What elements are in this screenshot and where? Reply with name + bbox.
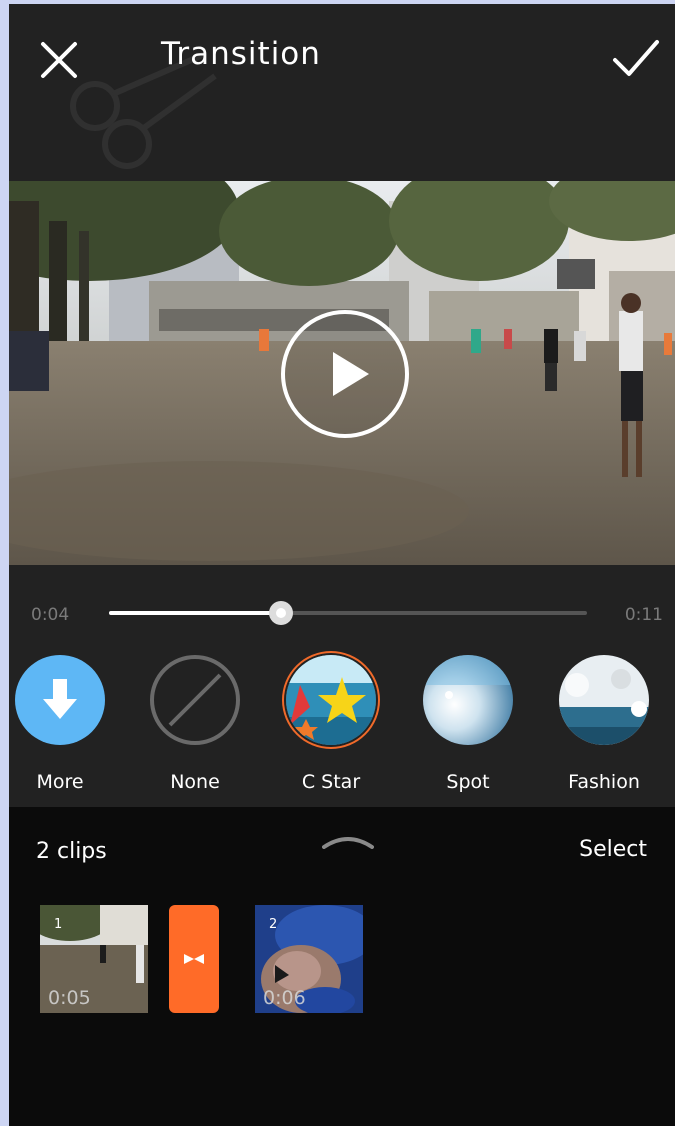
clip-thumbnail-2[interactable]: 2 0:06: [255, 905, 363, 1013]
effect-label: C Star: [301, 771, 361, 793]
clip-duration: 0:05: [48, 987, 91, 1009]
effect-fashion[interactable]: Fashion: [548, 655, 660, 793]
seek-bar[interactable]: [109, 601, 587, 625]
effect-spot[interactable]: Spot: [412, 655, 524, 793]
effect-label: Fashion: [568, 771, 640, 793]
no-effect-icon: [150, 655, 240, 745]
download-icon: [43, 679, 77, 719]
clips-panel: 2 clips Select 1 0:05 2 0:06: [9, 807, 675, 1126]
effect-none[interactable]: None: [139, 655, 251, 793]
video-preview[interactable]: [9, 181, 675, 565]
clips-count: 2 clips: [36, 839, 107, 864]
confirm-button[interactable]: [609, 34, 663, 84]
more-effects-button[interactable]: [15, 655, 105, 745]
clip-index: 2: [269, 917, 278, 932]
effect-label: More: [36, 771, 84, 793]
spot-thumbnail: [423, 655, 513, 745]
effect-label: None: [170, 771, 220, 793]
transition-button[interactable]: [169, 905, 219, 1013]
app-screen: Transition 0:04 0:11 More None C Star Sp…: [9, 4, 675, 1126]
select-button[interactable]: Select: [579, 837, 647, 862]
check-icon: [613, 40, 659, 76]
current-time: 0:04: [31, 605, 70, 625]
fashion-thumbnail: [559, 655, 649, 745]
star-thumbnail: [286, 655, 376, 745]
header-bar: Transition: [9, 4, 675, 181]
playback-progress: 0:04 0:11: [9, 565, 675, 655]
effect-more[interactable]: More: [9, 655, 116, 793]
effect-label: Spot: [446, 771, 490, 793]
page-title: Transition: [161, 36, 321, 72]
clip-index: 1: [54, 917, 63, 932]
window-frame-left: [0, 0, 9, 1126]
chevron-up-icon: [322, 837, 374, 849]
total-time: 0:11: [624, 605, 663, 625]
close-button[interactable]: [37, 38, 81, 82]
transition-effects-list: More None C Star Spot Fashion: [9, 649, 675, 807]
clip-thumbnail-1[interactable]: 1 0:05: [40, 905, 148, 1013]
seek-thumb[interactable]: [269, 601, 294, 625]
bowtie-transition-icon: [184, 954, 204, 964]
play-icon: [281, 310, 409, 438]
expand-panel-handle[interactable]: [322, 833, 374, 849]
close-icon: [41, 42, 77, 78]
play-button[interactable]: [279, 308, 411, 440]
effect-c-star[interactable]: C Star: [275, 655, 387, 793]
seek-bar-fill: [109, 611, 282, 615]
clip-duration: 0:06: [263, 987, 306, 1009]
